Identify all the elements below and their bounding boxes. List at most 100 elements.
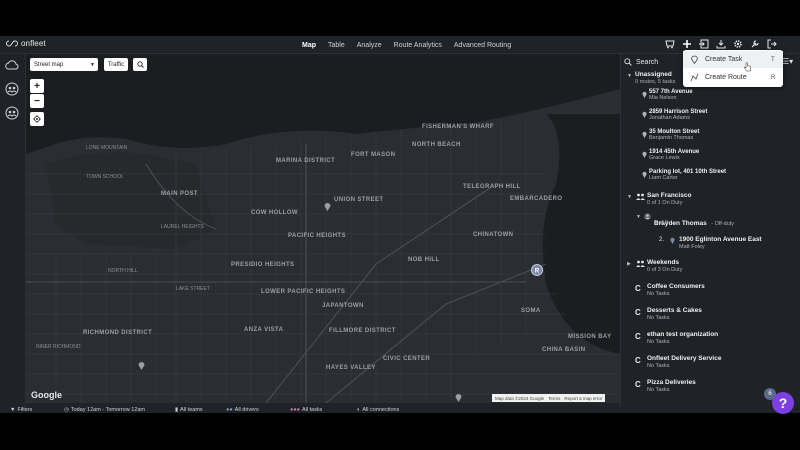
drivers-icon bbox=[5, 106, 19, 120]
crosshair-icon bbox=[33, 115, 41, 123]
map-label: MARINA DISTRICT bbox=[276, 158, 336, 164]
create-button[interactable] bbox=[681, 38, 693, 50]
task-pin-icon[interactable] bbox=[455, 393, 462, 402]
tab-table[interactable]: Table bbox=[322, 36, 351, 54]
tab-route-analytics[interactable]: Route Analytics bbox=[388, 36, 448, 54]
driver-avatar-icon bbox=[644, 213, 651, 220]
organization-icon: C bbox=[635, 356, 641, 365]
group-summary: No Tasks bbox=[647, 315, 670, 321]
map-label: PRESIDIO HEIGHTS bbox=[231, 262, 295, 268]
organization-icon: C bbox=[635, 380, 641, 389]
dispatch-sidebar: Search ☰▾ ▼ Unassigned 0 routes, 5 tasks… bbox=[620, 54, 800, 407]
group-title: ethan test organization bbox=[647, 331, 719, 338]
rail-unassigned-button[interactable] bbox=[5, 59, 19, 73]
worker-task-count: 0 of 2 bbox=[654, 220, 668, 226]
svg-text:R: R bbox=[535, 268, 540, 274]
team-icon bbox=[636, 193, 645, 200]
create-task-option[interactable]: Create Task T bbox=[683, 51, 783, 68]
route-icon bbox=[690, 73, 699, 82]
location-pin-icon bbox=[691, 55, 698, 64]
organization-icon: C bbox=[635, 308, 641, 317]
map-label: TOWN SCHOOL bbox=[86, 174, 124, 180]
download-button[interactable] bbox=[715, 38, 727, 50]
gear-icon bbox=[734, 40, 742, 48]
map-label: HAYES VALLEY bbox=[326, 365, 376, 371]
help-badge: 6 bbox=[764, 388, 776, 400]
tools-icon bbox=[751, 40, 759, 48]
task-item[interactable]: 1914 45th Avenue Grace Lewis bbox=[642, 149, 699, 161]
map-label: ANZA VISTA bbox=[244, 327, 284, 333]
recenter-button[interactable] bbox=[30, 112, 44, 126]
task-item[interactable]: 2859 Harrison Street Jonathan Adams bbox=[642, 109, 707, 121]
report-error-link[interactable]: Report a map error bbox=[564, 396, 602, 401]
cloud-icon bbox=[5, 60, 19, 70]
group-summary: No Tasks bbox=[647, 339, 670, 345]
group-title: Unassigned bbox=[635, 71, 672, 78]
map-label: CIVIC CENTER bbox=[383, 356, 431, 362]
rail-drivers-button[interactable] bbox=[5, 106, 19, 120]
list-options-icon[interactable]: ☰▾ bbox=[782, 57, 793, 66]
rail-teams-button[interactable] bbox=[5, 82, 19, 96]
map-label: LAKE STREET bbox=[176, 286, 210, 292]
group-summary: No Tasks bbox=[647, 387, 670, 393]
map-label: CHINATOWN bbox=[473, 232, 514, 238]
task-item[interactable]: Parking lot, 401 10th Street Liam Carter bbox=[642, 169, 726, 181]
location-pin-icon bbox=[642, 91, 647, 98]
tab-analyze[interactable]: Analyze bbox=[351, 36, 388, 54]
task-address: 1900 Eglinton Avenue East bbox=[679, 236, 762, 243]
tab-advanced-routing[interactable]: Advanced Routing bbox=[448, 36, 517, 54]
map-label: COW HOLLOW bbox=[251, 210, 298, 216]
dispatch-button[interactable] bbox=[664, 38, 676, 50]
tools-button[interactable] bbox=[749, 38, 761, 50]
logo[interactable]: onfleet bbox=[6, 39, 46, 48]
left-rail bbox=[0, 54, 26, 407]
zoom-in-button[interactable]: + bbox=[30, 79, 44, 93]
create-route-shortcut: R bbox=[771, 74, 776, 81]
traffic-toggle[interactable]: Traffic bbox=[104, 58, 128, 71]
location-pin-icon bbox=[642, 131, 647, 138]
map-label: TELEGRAPH HILL bbox=[463, 184, 521, 190]
map-label: MISSION BAY bbox=[568, 334, 612, 340]
create-task-shortcut: T bbox=[771, 56, 775, 63]
task-recipient: Jonathan Adams bbox=[649, 115, 690, 121]
brand-name: onfleet bbox=[21, 39, 46, 48]
map-label: LAUREL HEIGHTS bbox=[161, 224, 204, 230]
map-attribution: Map data ©2024 Google Terms Report a map… bbox=[492, 394, 606, 402]
import-button[interactable] bbox=[698, 38, 710, 50]
map-view[interactable]: FISHERMAN'S WHARF NORTH BEACH FORT MASON… bbox=[26, 54, 620, 403]
plus-icon bbox=[683, 40, 691, 48]
chevron-down-icon: ▼ bbox=[90, 61, 95, 68]
sidebar-search[interactable]: Search bbox=[624, 57, 684, 67]
route-marker-icon[interactable]: R bbox=[531, 264, 543, 276]
zoom-out-button[interactable]: − bbox=[30, 94, 44, 108]
location-pin-icon bbox=[670, 237, 675, 244]
task-pin-icon[interactable] bbox=[138, 361, 145, 370]
task-recipient: Matt Foley bbox=[679, 244, 705, 250]
location-pin-icon bbox=[642, 151, 647, 158]
map-style-select[interactable]: Street map ▼ bbox=[30, 58, 98, 71]
terms-link[interactable]: Terms bbox=[548, 396, 560, 401]
map-label: FORT MASON bbox=[351, 152, 396, 158]
group-summary: 0 of 3 On Duty bbox=[647, 267, 683, 273]
map-search-button[interactable] bbox=[133, 58, 147, 71]
tab-map[interactable]: Map bbox=[296, 36, 322, 54]
settings-button[interactable] bbox=[732, 38, 744, 50]
google-logo: Google bbox=[31, 390, 62, 400]
map-label: FISHERMAN'S WHARF bbox=[422, 124, 494, 130]
logout-button[interactable] bbox=[766, 38, 778, 50]
search-label: Search bbox=[636, 58, 659, 66]
map-label: NORTH HILL bbox=[108, 268, 138, 274]
create-route-option[interactable]: Create Route R bbox=[683, 69, 783, 86]
map-label: RICHMOND DISTRICT bbox=[83, 330, 153, 336]
task-item[interactable]: 35 Moulton Street Benjamin Thomas bbox=[642, 129, 699, 141]
onfleet-app: onfleet Map Table Analyze Route Analytic… bbox=[0, 36, 800, 413]
map-label: INNER RICHMOND bbox=[36, 344, 81, 350]
map-data-credit: Map data ©2024 Google bbox=[495, 395, 545, 401]
map-label: LOWER PACIFIC HEIGHTS bbox=[261, 289, 346, 295]
search-icon bbox=[136, 61, 144, 68]
group-title: San Francisco bbox=[647, 192, 692, 199]
group-summary: 0 of 1 On Duty bbox=[647, 200, 683, 206]
task-item[interactable]: 557 7th Avenue Mia Nelson bbox=[642, 89, 693, 101]
logout-icon bbox=[767, 39, 777, 49]
task-pin-icon[interactable] bbox=[324, 202, 331, 211]
